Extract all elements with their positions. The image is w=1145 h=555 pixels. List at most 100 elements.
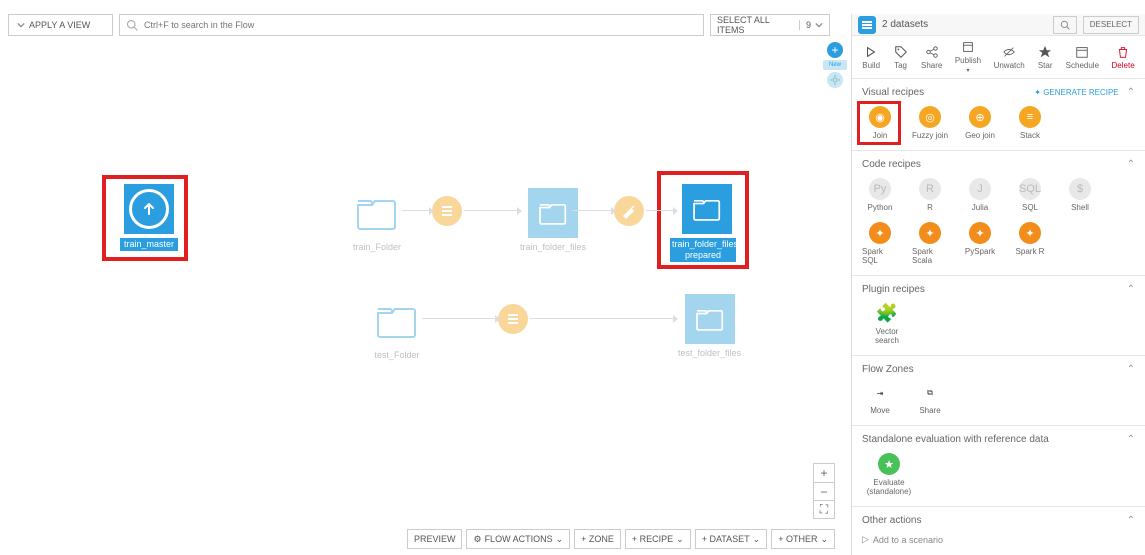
highlight-join-recipe: [857, 101, 901, 145]
play-icon: ▷: [862, 534, 869, 545]
evaluate-standalone[interactable]: ★Evaluate (standalone): [862, 453, 916, 496]
recipe-stack[interactable]: ≡Stack: [1012, 106, 1048, 140]
node-train-master[interactable]: train_master: [120, 184, 178, 251]
flow-actions-button[interactable]: ⚙FLOW ACTIONS⌄: [466, 529, 570, 549]
section-title: Plugin recipes: [862, 284, 925, 295]
node-train-folder[interactable]: train_Folder: [352, 188, 402, 253]
add-dataset-button[interactable]: + DATASET⌄: [695, 529, 767, 549]
recipe-shell[interactable]: $Shell: [1062, 178, 1098, 212]
tag-action[interactable]: Tag: [893, 45, 909, 70]
build-action[interactable]: Build: [862, 45, 880, 70]
preview-button[interactable]: PREVIEW: [407, 529, 463, 549]
zoom-out-button[interactable]: −: [814, 482, 834, 500]
flow-zones-section: Flow Zones ⌃ ⇥Move ⧉Share: [852, 356, 1145, 426]
star-action[interactable]: Star: [1037, 45, 1053, 70]
stack-icon: ≡: [1019, 106, 1041, 128]
recipe-vector-search[interactable]: 🧩Vector search: [862, 303, 912, 345]
add-zone-button[interactable]: + ZONE: [574, 529, 621, 549]
apply-view-label: APPLY A VIEW: [29, 20, 90, 30]
recipe-sql[interactable]: SQLSQL: [1012, 178, 1048, 212]
delete-action[interactable]: Delete: [1112, 45, 1135, 70]
node-test-folder-files[interactable]: test_folder_files: [678, 294, 741, 359]
recipe-spark-sql[interactable]: ✦Spark SQL: [862, 222, 898, 265]
code-recipes-section: Code recipes ⌃ PyPython RR JJulia SQLSQL…: [852, 151, 1145, 276]
evaluate-icon: ★: [878, 453, 900, 475]
section-title: Code recipes: [862, 159, 921, 170]
deselect-button[interactable]: DESELECT: [1083, 16, 1139, 34]
section-collapse[interactable]: ⌃: [1127, 159, 1135, 170]
recipe-r[interactable]: RR: [912, 178, 948, 212]
folder-icon: [695, 306, 725, 332]
zone-move[interactable]: ⇥Move: [862, 383, 898, 415]
add-recipe-button[interactable]: + RECIPE⌄: [625, 529, 691, 549]
generate-recipe-button[interactable]: ✦ GENERATE RECIPE: [1034, 88, 1118, 97]
unwatch-action[interactable]: Unwatch: [994, 45, 1025, 70]
folder-icon: [355, 195, 399, 231]
add-other-button[interactable]: + OTHER⌄: [771, 529, 835, 549]
visual-recipes-section: Visual recipes ✦ GENERATE RECIPE ⌃ ◉Join…: [852, 79, 1145, 151]
sql-icon: SQL: [1019, 178, 1041, 200]
add-to-scenario[interactable]: ▷ Add to a scenario: [862, 534, 1135, 545]
node-train-folder-files[interactable]: train_folder_files: [520, 188, 586, 253]
zone-share[interactable]: ⧉Share: [912, 383, 948, 415]
apply-view-dropdown[interactable]: APPLY A VIEW: [8, 14, 113, 36]
section-title: Visual recipes: [862, 87, 924, 98]
flow-arrow: [646, 210, 674, 211]
flow-arrow: [572, 210, 612, 211]
search-input[interactable]: [144, 20, 697, 30]
zoom-fit-button[interactable]: ⛶: [814, 500, 834, 518]
recipe-files-in-folder[interactable]: [432, 196, 462, 226]
recipe-prepare[interactable]: [614, 196, 644, 226]
chevron-down-icon: [17, 21, 25, 29]
zoom-controls: + − ⛶: [813, 463, 835, 519]
recipe-pyspark[interactable]: ✦PySpark: [962, 222, 998, 265]
standalone-eval-section: Standalone evaluation with reference dat…: [852, 426, 1145, 507]
section-collapse[interactable]: ⌃: [1127, 87, 1135, 98]
panel-actions: Build Tag Share Publish▾ Unwatch Star Sc…: [852, 36, 1145, 79]
upload-icon: [129, 189, 169, 229]
move-icon: ⇥: [869, 383, 891, 403]
flow-arrow: [402, 210, 430, 211]
search-flow-container: [119, 14, 704, 36]
select-all-label: SELECT ALL ITEMS: [717, 15, 795, 35]
panel-title: 2 datasets: [882, 19, 1047, 30]
chevron-down-icon: ⌄: [556, 534, 564, 545]
schedule-action[interactable]: Schedule: [1066, 45, 1099, 70]
select-count: 9: [799, 20, 811, 30]
recipe-geo-join[interactable]: ⊕Geo join: [962, 106, 998, 140]
recipe-fuzzy-join[interactable]: ◎Fuzzy join: [912, 106, 948, 140]
publish-action[interactable]: Publish▾: [955, 40, 981, 74]
chevron-down-icon: ⌄: [820, 534, 828, 545]
spark-scala-icon: ✦: [919, 222, 941, 244]
new-badge[interactable]: New: [823, 60, 847, 70]
section-title: Standalone evaluation with reference dat…: [862, 434, 1049, 445]
section-collapse[interactable]: ⌃: [1127, 434, 1135, 445]
bottom-toolbar: PREVIEW ⚙FLOW ACTIONS⌄ + ZONE + RECIPE⌄ …: [407, 529, 835, 549]
node-train-folder-files-prepared[interactable]: train_folder_files_ prepared: [678, 184, 736, 262]
share-action[interactable]: Share: [921, 45, 942, 70]
node-test-folder[interactable]: test_Folder: [372, 296, 422, 361]
panel-search-button[interactable]: [1053, 16, 1077, 34]
broom-icon: [621, 203, 637, 219]
search-icon: [126, 19, 138, 31]
contract-button[interactable]: [827, 72, 843, 88]
section-collapse[interactable]: ⌃: [1127, 284, 1135, 295]
folder-icon: [692, 196, 722, 222]
recipe-julia[interactable]: JJulia: [962, 178, 998, 212]
flow-canvas[interactable]: train_master train_Folder train_folder_f…: [0, 40, 845, 525]
panel-header: 2 datasets DESELECT: [852, 14, 1145, 36]
zoom-in-button[interactable]: +: [814, 464, 834, 482]
add-button[interactable]: +: [827, 42, 843, 58]
puzzle-icon: 🧩: [876, 303, 898, 324]
recipe-spark-scala[interactable]: ✦Spark Scala: [912, 222, 948, 265]
section-collapse[interactable]: ⌃: [1127, 515, 1135, 526]
side-tools: + New: [825, 42, 845, 88]
select-all-items-dropdown[interactable]: SELECT ALL ITEMS 9: [710, 14, 830, 36]
recipe-files-in-folder-2[interactable]: [498, 304, 528, 334]
chevron-down-icon: ⌄: [676, 534, 684, 545]
recipe-spark-r[interactable]: ✦Spark R: [1012, 222, 1048, 265]
search-icon: [1060, 20, 1070, 30]
section-collapse[interactable]: ⌃: [1127, 364, 1135, 375]
plugin-recipes-section: Plugin recipes ⌃ 🧩Vector search: [852, 276, 1145, 356]
recipe-python[interactable]: PyPython: [862, 178, 898, 212]
